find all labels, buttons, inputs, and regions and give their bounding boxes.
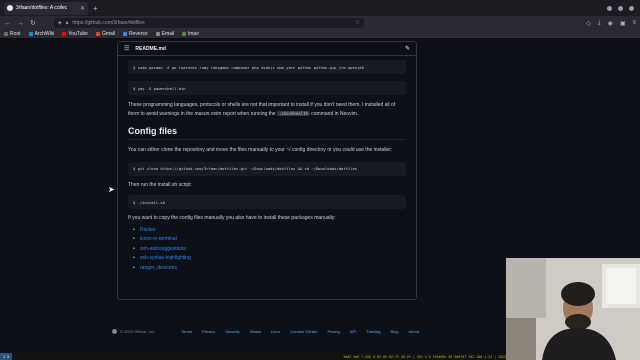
bookmark-label: Root bbox=[10, 31, 21, 37]
bookmark-label: Gmail bbox=[101, 31, 116, 37]
mouse-cursor-icon: ➤ bbox=[108, 185, 115, 194]
bookmark-item[interactable]: ArchWiki bbox=[28, 31, 55, 37]
readme-box: ☰ README.md ✎ $ sudo pacman -S go luaroc… bbox=[117, 41, 417, 300]
url-text[interactable]: https://github.com/3rfaan/dotfiles bbox=[72, 20, 351, 26]
paragraph: If you want to copy the config files man… bbox=[128, 215, 336, 221]
bookmark-item[interactable]: Gmail bbox=[95, 31, 116, 37]
close-tab-icon[interactable]: ✕ bbox=[80, 5, 85, 12]
code-block: $ yay -S powershell-bin bbox=[128, 81, 406, 95]
copyright-text: © 2023 GitHub, Inc. bbox=[120, 328, 156, 334]
bookmark-label: Reverso bbox=[129, 31, 148, 37]
toolbar-right: ◇ ⤓ ◉ ▣ ≡ bbox=[586, 20, 636, 27]
footer-copyright: © 2023 GitHub, Inc. bbox=[112, 328, 156, 334]
workspace-indicator[interactable]: 1 3 bbox=[0, 353, 12, 360]
footer-link-pricing[interactable]: Pricing bbox=[327, 329, 339, 334]
lock-icon: 🔒︎ bbox=[65, 20, 69, 26]
browser-tab[interactable]: 3rfaan/dotfiles: A collec ✕ bbox=[4, 1, 88, 15]
site-footer: © 2023 GitHub, Inc. Terms Privacy Securi… bbox=[112, 326, 462, 336]
close-window-icon[interactable] bbox=[629, 5, 634, 11]
bookmark-favicon-icon bbox=[28, 32, 33, 36]
footer-link-docs[interactable]: Docs bbox=[271, 329, 280, 334]
bookmark-label: ArchWiki bbox=[34, 31, 55, 37]
system-stats: 3d8G 4m5 7.45G 0.0% 0% 62.7% 49.2% | 45%… bbox=[343, 354, 508, 359]
bookmark-item[interactable]: Root bbox=[4, 31, 21, 37]
bookmark-favicon-icon bbox=[155, 32, 160, 36]
forward-icon[interactable]: → bbox=[17, 20, 24, 27]
menu-icon[interactable]: ≡ bbox=[632, 20, 636, 27]
readme-filename: README.md bbox=[135, 45, 166, 52]
code-block: $ git clone https://github.com/3rfaan/do… bbox=[128, 161, 406, 176]
github-favicon-icon bbox=[7, 5, 13, 11]
code-text: $ ./install.sh bbox=[133, 199, 166, 205]
account-icon[interactable]: ◉ bbox=[608, 20, 613, 27]
code-text: $ sudo pacman -S go luarocks ruby rubyge… bbox=[133, 64, 364, 70]
pencil-icon[interactable]: ✎ bbox=[405, 45, 410, 52]
text: report when running the bbox=[221, 110, 277, 117]
window-controls bbox=[607, 5, 634, 11]
bookmark-favicon-icon bbox=[123, 32, 128, 36]
bookmark-star-icon[interactable]: ☆ bbox=[355, 20, 359, 26]
readme-content: $ sudo pacman -S go luarocks ruby rubyge… bbox=[118, 56, 416, 277]
github-logo-icon[interactable] bbox=[112, 328, 117, 334]
package-link[interactable]: zsh-autosuggestions bbox=[128, 245, 406, 255]
package-link[interactable]: icons-in-terminal bbox=[128, 235, 406, 245]
bookmark-favicon-icon bbox=[4, 32, 8, 36]
bookmark-item[interactable]: lmao bbox=[182, 31, 199, 37]
extensions-icon[interactable]: ▣ bbox=[620, 20, 626, 27]
webcam-image bbox=[506, 258, 640, 360]
text: command in Neovim. bbox=[309, 110, 359, 117]
tab-title: 3rfaan/dotfiles: A collec bbox=[16, 5, 68, 11]
inline-code: :checkhealth bbox=[276, 110, 310, 116]
section-heading: Config files bbox=[128, 126, 406, 140]
code-text: $ git clone https://github.com/3rfaan/do… bbox=[133, 166, 358, 171]
tab-bar: 3rfaan/dotfiles: A collec ✕ + bbox=[0, 0, 640, 16]
footer-link-api[interactable]: API bbox=[350, 329, 356, 334]
paragraph: These programming languages, protocols o… bbox=[128, 102, 406, 118]
download-icon[interactable]: ⤓ bbox=[598, 20, 601, 27]
minimize-icon[interactable] bbox=[607, 5, 612, 11]
bookmark-item[interactable]: Reverso bbox=[123, 31, 148, 37]
emphasis-text: mason.nvim bbox=[194, 110, 222, 117]
bookmarks-bar: Root ArchWiki YouTube Gmail Reverso Email lmao bbox=[0, 30, 640, 39]
paragraph: You can either clone the repository and … bbox=[128, 147, 393, 153]
shield-icon: ◈ bbox=[57, 20, 62, 26]
reload-icon[interactable]: ↻ bbox=[30, 19, 36, 27]
bookmark-favicon-icon bbox=[62, 32, 67, 36]
code-block: $ ./install.sh bbox=[128, 195, 406, 209]
back-icon[interactable]: ← bbox=[4, 20, 11, 27]
package-link[interactable]: zsh-syntax-highlighting bbox=[128, 254, 406, 264]
footer-link-privacy[interactable]: Privacy bbox=[202, 329, 215, 334]
code-block: $ sudo pacman -S go luarocks ruby rubyge… bbox=[128, 60, 406, 74]
readme-header: ☰ README.md ✎ bbox=[118, 42, 416, 56]
paragraph: Then run the install.sh script: bbox=[128, 181, 192, 188]
footer-link-security[interactable]: Security bbox=[225, 329, 239, 334]
footer-link-terms[interactable]: Terms bbox=[181, 329, 192, 334]
bookmark-label: Email bbox=[161, 31, 175, 37]
footer-link-contact[interactable]: Contact GitHub bbox=[290, 329, 317, 334]
bookmark-item[interactable]: YouTube bbox=[62, 31, 88, 37]
address-bar[interactable]: ◈ 🔒︎ https://github.com/3rfaan/dotfiles … bbox=[53, 18, 364, 28]
bookmark-item[interactable]: Email bbox=[155, 31, 175, 37]
new-tab-button[interactable]: + bbox=[93, 4, 98, 13]
package-list: Packer icons-in-terminal zsh-autosuggest… bbox=[128, 226, 406, 274]
footer-link-status[interactable]: Status bbox=[250, 329, 261, 334]
footer-link-training[interactable]: Training bbox=[366, 329, 380, 334]
pocket-icon[interactable]: ◇ bbox=[586, 20, 591, 27]
navigation-bar: ← → ↻ ◈ 🔒︎ https://github.com/3rfaan/dot… bbox=[0, 16, 640, 30]
maximize-icon[interactable] bbox=[618, 5, 623, 11]
bookmark-favicon-icon bbox=[182, 32, 187, 36]
footer-link-blog[interactable]: Blog bbox=[390, 329, 398, 334]
webcam-overlay bbox=[506, 258, 640, 360]
code-text: $ yay -S powershell-bin bbox=[133, 85, 186, 91]
bookmark-label: lmao bbox=[188, 31, 199, 37]
footer-link-about[interactable]: About bbox=[409, 329, 419, 334]
package-link[interactable]: ranger_devicons bbox=[128, 264, 406, 274]
package-link[interactable]: Packer bbox=[128, 226, 406, 236]
list-icon[interactable]: ☰ bbox=[124, 45, 129, 52]
bookmark-favicon-icon bbox=[95, 32, 100, 36]
bookmark-label: YouTube bbox=[68, 31, 88, 37]
